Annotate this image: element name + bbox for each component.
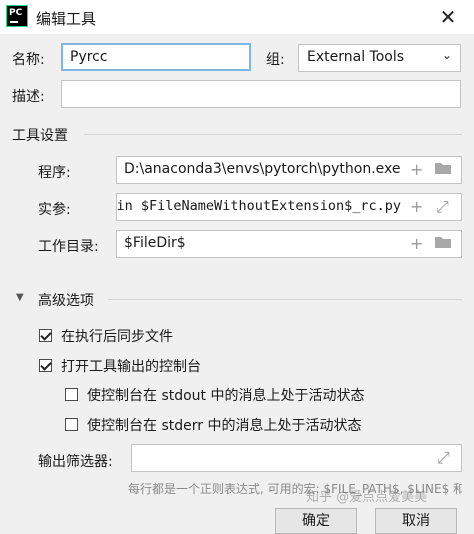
group-select[interactable]: External Tools ⌄ (298, 44, 461, 72)
name-input[interactable]: Pyrcc (61, 43, 251, 71)
stderr-label[interactable]: 使控制台在 stderr 中的消息上处于活动状态 (87, 415, 361, 435)
console-label[interactable]: 打开工具输出的控制台 (61, 356, 201, 376)
pycharm-logo-icon: PC (6, 5, 28, 27)
title-bar: PC 编辑工具 ✕ (0, 0, 474, 34)
program-label: 程序: (38, 165, 71, 181)
console-checkbox[interactable] (39, 359, 52, 372)
expand-icon[interactable]: ⤢ (436, 198, 449, 216)
close-icon[interactable]: ✕ (436, 5, 460, 29)
section-divider (84, 134, 462, 135)
plus-icon[interactable]: + (410, 198, 423, 216)
folder-icon[interactable] (434, 160, 454, 180)
folder-icon[interactable] (434, 234, 454, 254)
workdir-label: 工作目录: (38, 239, 99, 255)
stderr-checkbox[interactable] (65, 418, 78, 431)
ok-button[interactable]: 确定 (275, 508, 357, 534)
desc-label: 描述: (12, 89, 45, 105)
desc-input[interactable] (61, 80, 461, 108)
advanced-header[interactable]: 高级选项 (38, 290, 94, 310)
expand-icon[interactable]: ⤢ (437, 449, 450, 467)
stdout-label[interactable]: 使控制台在 stdout 中的消息上处于活动状态 (87, 385, 365, 405)
sync-checkbox[interactable] (39, 329, 52, 342)
sync-label[interactable]: 在执行后同步文件 (61, 326, 173, 346)
args-label: 实参: (38, 202, 71, 218)
watermark: 知乎 @爱点点爱美美 (306, 490, 428, 505)
section-divider (108, 299, 462, 300)
plus-icon[interactable]: + (410, 161, 423, 179)
filter-input[interactable] (131, 444, 462, 472)
plus-icon[interactable]: + (410, 235, 423, 253)
triangle-down-icon[interactable]: ▼ (16, 289, 24, 307)
group-label: 组: (266, 52, 285, 68)
stdout-checkbox[interactable] (65, 388, 78, 401)
window-title: 编辑工具 (36, 10, 97, 28)
filter-label: 输出筛选器: (38, 454, 113, 470)
name-label: 名称: (12, 52, 45, 68)
tool-settings-header: 工具设置 (12, 128, 68, 144)
cancel-button[interactable]: 取消 (375, 508, 457, 534)
chevron-down-icon: ⌄ (441, 48, 452, 62)
